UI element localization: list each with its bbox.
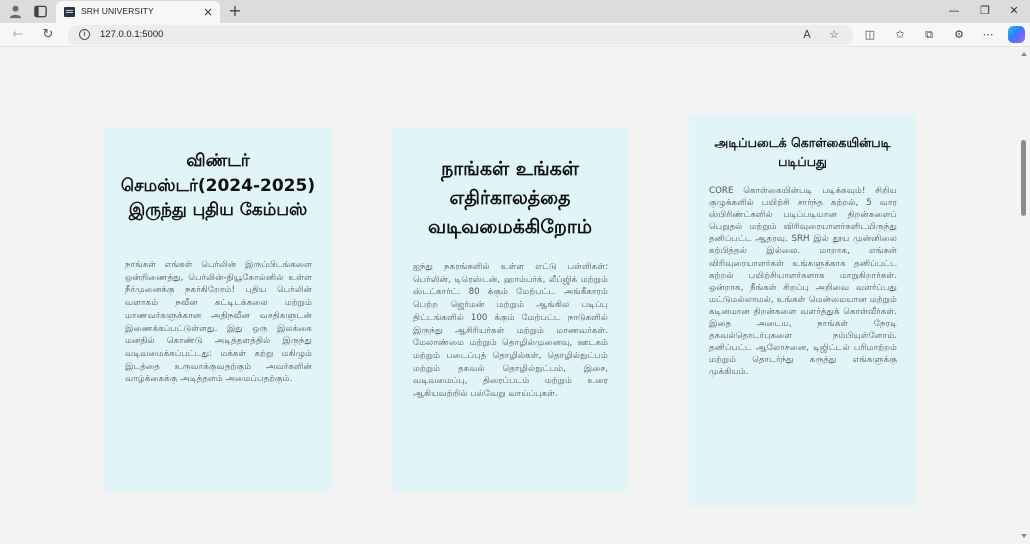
browser-toolbar: ← ↻ i 127.0.0.1:5000 A ☆ ◫ ✩ ⧉ ⚙ ⋯: [0, 23, 1030, 47]
minimize-button[interactable]: —: [946, 3, 962, 19]
url-text[interactable]: 127.0.0.1:5000: [100, 29, 163, 40]
card-title: அடிப்படைக் கொள்கையின்படி படிப்பது: [714, 135, 891, 169]
scroll-down-arrow-icon[interactable]: [1021, 534, 1027, 538]
info-icon[interactable]: i: [79, 29, 90, 40]
copilot-icon[interactable]: [1008, 26, 1025, 43]
address-bar[interactable]: i 127.0.0.1:5000 A ☆: [68, 25, 853, 45]
new-tab-button[interactable]: +: [226, 2, 244, 20]
back-arrow-icon[interactable]: ←: [10, 27, 26, 43]
scroll-up-arrow-icon[interactable]: [1021, 52, 1027, 56]
browser-tab-active[interactable]: SRH UNIVERSITY ×: [56, 1, 220, 23]
scroll-thumb[interactable]: [1021, 140, 1026, 216]
card-body: நாங்கள் எங்கள் பெர்லின் இருப்பிடங்களை ஒன…: [125, 260, 312, 385]
extensions-icon[interactable]: ⚙: [951, 27, 967, 43]
split-screen-icon[interactable]: ◫: [862, 27, 878, 43]
star-icon[interactable]: ☆: [826, 27, 842, 43]
info-card-shape-future: நாங்கள் உங்கள் எதிர்காலத்தை வடிவமைக்கிறோ…: [392, 127, 628, 492]
profile-icon[interactable]: [8, 4, 23, 19]
close-window-button[interactable]: ✕: [1006, 3, 1022, 19]
info-card-core-principle: அடிப்படைக் கொள்கையின்படி படிப்பது CORE க…: [689, 114, 916, 506]
card-body: ஐந்து நகரங்களில் உள்ள எட்டு பள்ளிகள்: பெ…: [413, 262, 608, 400]
tabs-icon[interactable]: [33, 4, 48, 19]
collections-icon[interactable]: ⧉: [921, 27, 937, 43]
reload-icon[interactable]: ↻: [40, 27, 56, 43]
maximize-button[interactable]: ❐: [977, 3, 993, 19]
tab-title: SRH UNIVERSITY: [81, 6, 154, 16]
vertical-scrollbar[interactable]: [1018, 48, 1030, 544]
read-aloud-icon[interactable]: A: [799, 27, 815, 43]
page-content: விண்டர் செமஸ்டர்(2024-2025) இருந்து புதி…: [0, 48, 1018, 544]
more-icon[interactable]: ⋯: [980, 27, 996, 43]
site-favicon-icon: [64, 7, 75, 17]
browser-tab-strip: SRH UNIVERSITY × + — ❐ ✕: [0, 0, 1030, 23]
card-title: நாங்கள் உங்கள் எதிர்காலத்தை வடிவமைக்கிறோ…: [427, 158, 593, 238]
card-title: விண்டர் செமஸ்டர்(2024-2025) இருந்து புதி…: [120, 151, 316, 220]
tab-close-icon[interactable]: ×: [201, 5, 215, 19]
card-body: CORE கொள்கையின்படி படிக்கவும்! சிறிய குழ…: [709, 186, 897, 378]
info-card-new-campus: விண்டர் செமஸ்டர்(2024-2025) இருந்து புதி…: [104, 127, 332, 492]
favorites-icon[interactable]: ✩: [892, 27, 908, 43]
